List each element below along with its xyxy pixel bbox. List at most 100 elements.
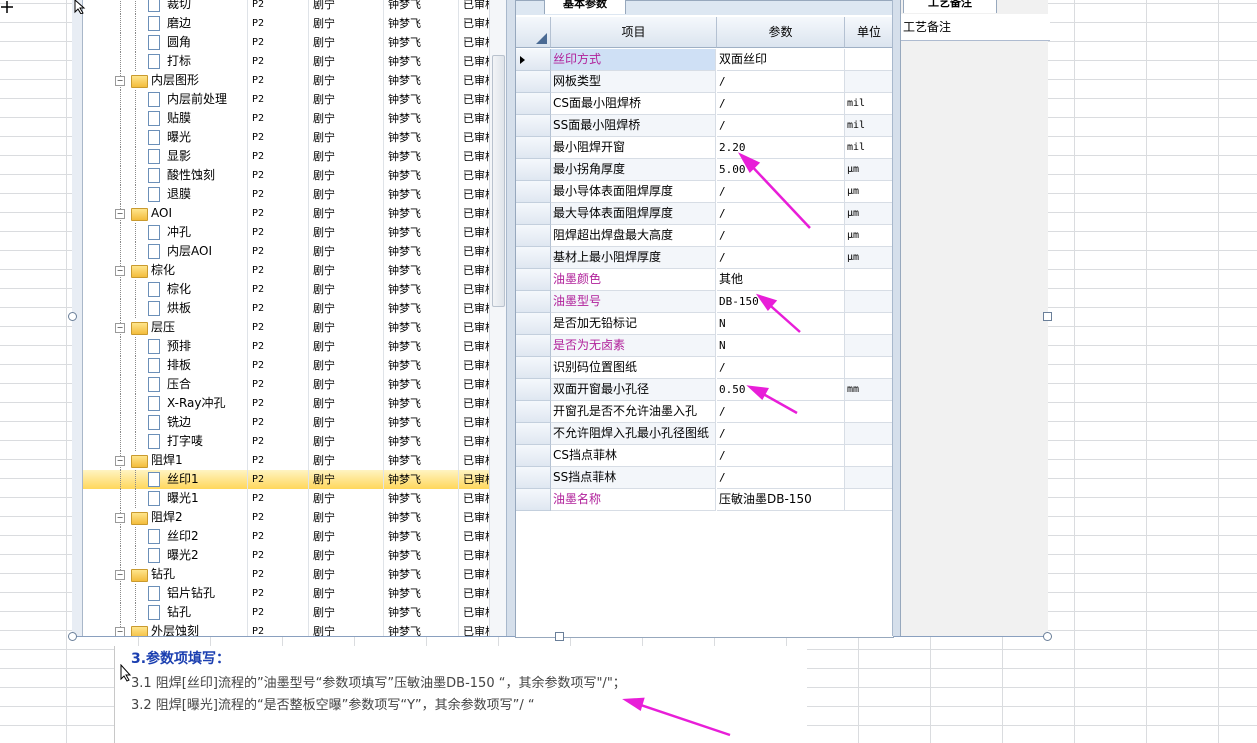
param-row[interactable]: 是否加无铅标记 N [516, 313, 893, 335]
param-row[interactable]: 最小拐角厚度 5.00 μm [516, 159, 893, 181]
collapse-toggle-icon[interactable]: − [115, 323, 125, 333]
tree-node-row[interactable]: 钻孔 P2 剧宁 钟梦飞 已审核 [83, 603, 507, 622]
tree-node-row[interactable]: 曝光 P2 剧宁 钟梦飞 已审核 [83, 128, 507, 147]
param-row[interactable]: 双面开窗最小孔径 0.50 mm [516, 379, 893, 401]
param-row[interactable]: 最小导体表面阻焊厚度 / μm [516, 181, 893, 203]
row-indicator[interactable] [516, 489, 551, 511]
column-header-unit[interactable]: 单位 [845, 17, 893, 48]
tree-node-row[interactable]: 圆角 P2 剧宁 钟梦飞 已审核 [83, 33, 507, 52]
collapse-toggle-icon[interactable]: − [115, 456, 125, 466]
tab-basic-params[interactable]: 基本参数 [544, 0, 626, 14]
param-row[interactable]: 油墨名称 压敏油墨DB-150 [516, 489, 893, 511]
row-indicator[interactable] [516, 159, 551, 181]
param-value-cell[interactable]: 其他 [717, 269, 845, 291]
tree-node-row[interactable]: X-Ray冲孔 P2 剧宁 钟梦飞 已审核 [83, 394, 507, 413]
param-row[interactable]: 丝印方式 双面丝印 [516, 49, 893, 71]
param-row[interactable]: 识别码位置图纸 / [516, 357, 893, 379]
param-row[interactable]: 不允许阻焊入孔最小孔径图纸 / [516, 423, 893, 445]
tree-node-row[interactable]: 烘板 P2 剧宁 钟梦飞 已审核 [83, 299, 507, 318]
param-value-cell[interactable]: / [717, 401, 845, 423]
param-value-cell[interactable]: / [717, 115, 845, 137]
tree-node-row[interactable]: 排板 P2 剧宁 钟梦飞 已审核 [83, 356, 507, 375]
tree-scrollbar[interactable] [489, 0, 506, 636]
param-value-cell[interactable]: N [717, 313, 845, 335]
param-row[interactable]: 最小阻焊开窗 2.20 mil [516, 137, 893, 159]
row-indicator[interactable] [516, 445, 551, 467]
param-row[interactable]: 阻焊超出焊盘最大高度 / μm [516, 225, 893, 247]
tree-node-row[interactable]: 棕化 P2 剧宁 钟梦飞 已审核 [83, 280, 507, 299]
param-value-cell[interactable]: 5.00 [717, 159, 845, 181]
param-value-cell[interactable]: / [717, 93, 845, 115]
row-indicator[interactable] [516, 269, 551, 291]
tree-node-row[interactable]: 冲孔 P2 剧宁 钟梦飞 已审核 [83, 223, 507, 242]
param-value-cell[interactable]: DB-150 [717, 291, 845, 313]
tree-folder-row[interactable]: − 内层图形 P2 剧宁 钟梦飞 已审核 [83, 71, 507, 90]
param-row[interactable]: 油墨型号 DB-150 [516, 291, 893, 313]
param-value-cell[interactable]: 2.20 [717, 137, 845, 159]
tree-node-row[interactable]: 打标 P2 剧宁 钟梦飞 已审核 [83, 52, 507, 71]
row-indicator[interactable] [516, 423, 551, 445]
param-row[interactable]: SS挡点菲林 / [516, 467, 893, 489]
param-value-cell[interactable]: / [717, 71, 845, 93]
column-header-param[interactable]: 参数 [717, 17, 845, 48]
tree-node-row[interactable]: 退膜 P2 剧宁 钟梦飞 已审核 [83, 185, 507, 204]
tree-node-row[interactable]: 内层前处理 P2 剧宁 钟梦飞 已审核 [83, 90, 507, 109]
tree-node-row[interactable]: 丝印2 P2 剧宁 钟梦飞 已审核 [83, 527, 507, 546]
tree-node-row[interactable]: 预排 P2 剧宁 钟梦飞 已审核 [83, 337, 507, 356]
tree-node-row[interactable]: 贴膜 P2 剧宁 钟梦飞 已审核 [83, 109, 507, 128]
tree-scroll-thumb[interactable] [492, 55, 505, 307]
resize-handle-right[interactable] [1043, 312, 1052, 321]
column-header-item[interactable]: 项目 [551, 17, 717, 48]
param-row[interactable]: 油墨颜色 其他 [516, 269, 893, 291]
row-indicator[interactable] [516, 401, 551, 423]
tree-folder-row[interactable]: − 外层蚀刻 P2 剧宁 钟梦飞 已审核 [83, 622, 507, 636]
collapse-toggle-icon[interactable]: − [115, 76, 125, 86]
tree-node-row[interactable]: 裁切 P2 剧宁 钟梦飞 已审核 [83, 0, 507, 14]
collapse-toggle-icon[interactable]: − [115, 209, 125, 219]
row-indicator[interactable] [516, 49, 551, 71]
tree-folder-row[interactable]: − AOI P2 剧宁 钟梦飞 已审核 [83, 204, 507, 223]
resize-handle-bottom-left[interactable] [68, 632, 77, 641]
param-value-cell[interactable]: 双面丝印 [717, 49, 845, 71]
collapse-toggle-icon[interactable]: − [115, 513, 125, 523]
param-value-cell[interactable]: 0.50 [717, 379, 845, 401]
tree-node-row[interactable]: 酸性蚀刻 P2 剧宁 钟梦飞 已审核 [83, 166, 507, 185]
collapse-toggle-icon[interactable]: − [115, 570, 125, 580]
row-indicator[interactable] [516, 203, 551, 225]
resize-handle-left[interactable] [68, 312, 77, 321]
param-value-cell[interactable]: N [717, 335, 845, 357]
tree-node-row[interactable]: 曝光2 P2 剧宁 钟梦飞 已审核 [83, 546, 507, 565]
row-indicator[interactable] [516, 93, 551, 115]
param-value-cell[interactable]: 压敏油墨DB-150 [717, 489, 845, 511]
collapse-toggle-icon[interactable]: − [115, 266, 125, 276]
tree-folder-row[interactable]: − 钻孔 P2 剧宁 钟梦飞 已审核 [83, 565, 507, 584]
row-indicator[interactable] [516, 137, 551, 159]
tree-node-row[interactable]: 内层AOI P2 剧宁 钟梦飞 已审核 [83, 242, 507, 261]
param-value-cell[interactable]: / [717, 181, 845, 203]
tab-remarks[interactable]: 工艺备注 [903, 0, 997, 13]
tree-folder-row[interactable]: − 阻焊2 P2 剧宁 钟梦飞 已审核 [83, 508, 507, 527]
row-indicator[interactable] [516, 115, 551, 137]
tree-folder-row[interactable]: − 层压 P2 剧宁 钟梦飞 已审核 [83, 318, 507, 337]
param-value-cell[interactable]: / [717, 357, 845, 379]
param-row[interactable]: SS面最小阻焊桥 / mil [516, 115, 893, 137]
tree-node-row[interactable]: 显影 P2 剧宁 钟梦飞 已审核 [83, 147, 507, 166]
param-row[interactable]: 是否为无卤素 N [516, 335, 893, 357]
row-indicator[interactable] [516, 379, 551, 401]
param-row[interactable]: 开窗孔是否不允许油墨入孔 / [516, 401, 893, 423]
tree-node-row[interactable]: 曝光1 P2 剧宁 钟梦飞 已审核 [83, 489, 507, 508]
row-indicator[interactable] [516, 357, 551, 379]
tree-node-row[interactable]: 铝片钻孔 P2 剧宁 钟梦飞 已审核 [83, 584, 507, 603]
param-value-cell[interactable]: / [717, 225, 845, 247]
param-value-cell[interactable]: / [717, 203, 845, 225]
row-indicator[interactable] [516, 225, 551, 247]
row-indicator[interactable] [516, 467, 551, 489]
param-row[interactable]: CS挡点菲林 / [516, 445, 893, 467]
param-value-cell[interactable]: / [717, 247, 845, 269]
row-indicator[interactable] [516, 71, 551, 93]
param-value-cell[interactable]: / [717, 423, 845, 445]
param-value-cell[interactable]: / [717, 445, 845, 467]
tree-node-row[interactable]: 压合 P2 剧宁 钟梦飞 已审核 [83, 375, 507, 394]
row-indicator[interactable] [516, 291, 551, 313]
resize-handle-bottom[interactable] [555, 632, 564, 641]
